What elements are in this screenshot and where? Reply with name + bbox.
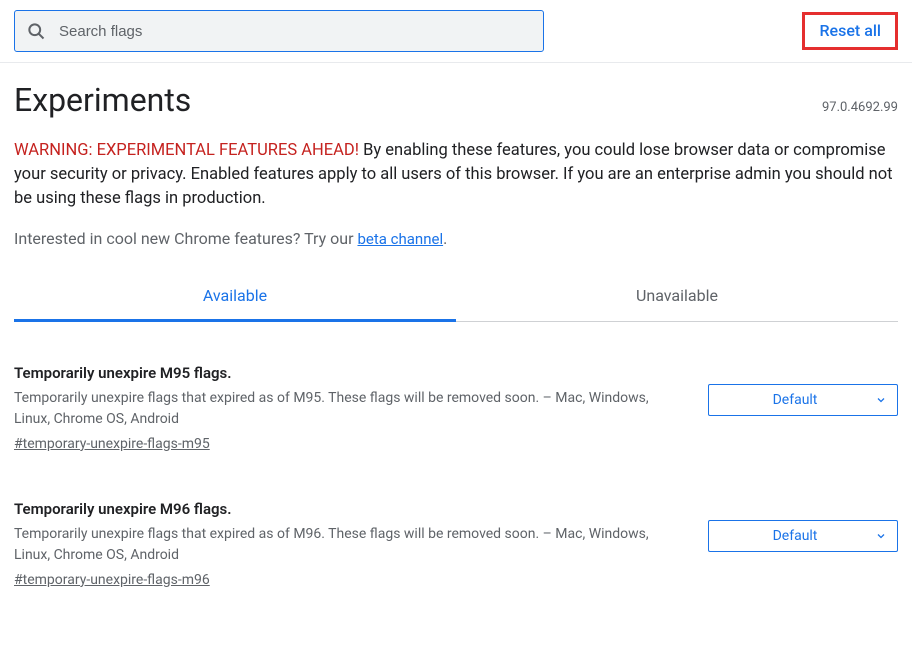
search-icon — [26, 21, 46, 41]
title-row: Experiments 97.0.4692.99 — [14, 81, 898, 119]
flag-select-value: Default — [773, 392, 818, 408]
search-input[interactable] — [14, 10, 544, 52]
flag-title: Temporarily unexpire M96 flags. — [14, 500, 680, 518]
page-title: Experiments — [14, 81, 191, 119]
chevron-down-icon — [875, 394, 887, 406]
flag-anchor-link[interactable]: #temporary-unexpire-flags-m96 — [14, 572, 210, 588]
flag-description: Temporarily unexpire flags that expired … — [14, 388, 680, 430]
interest-period: . — [443, 229, 447, 248]
interest-prefix: Interested in cool new Chrome features? … — [14, 229, 357, 248]
tab-available[interactable]: Available — [14, 274, 456, 322]
flag-select[interactable]: Default — [708, 520, 898, 552]
tab-unavailable[interactable]: Unavailable — [456, 274, 898, 322]
flag-description: Temporarily unexpire flags that expired … — [14, 524, 680, 566]
flag-select[interactable]: Default — [708, 384, 898, 416]
tabs: Available Unavailable — [14, 274, 898, 322]
interest-text: Interested in cool new Chrome features? … — [14, 229, 898, 248]
reset-all-button[interactable]: Reset all — [802, 12, 898, 50]
flag-text: Temporarily unexpire M96 flags. Temporar… — [14, 500, 680, 588]
header-row: Reset all — [0, 0, 912, 63]
chevron-down-icon — [875, 530, 887, 542]
version-label: 97.0.4692.99 — [822, 100, 898, 115]
flag-row: Temporarily unexpire M96 flags. Temporar… — [14, 500, 898, 588]
beta-channel-link[interactable]: beta channel — [357, 230, 443, 248]
warning-prefix: WARNING: EXPERIMENTAL FEATURES AHEAD! — [14, 141, 359, 160]
warning-text: WARNING: EXPERIMENTAL FEATURES AHEAD! By… — [14, 139, 898, 211]
flag-select-wrapper: Default — [708, 500, 898, 552]
flag-select-value: Default — [773, 528, 818, 544]
content-area: Experiments 97.0.4692.99 WARNING: EXPERI… — [0, 63, 912, 588]
flag-anchor-link[interactable]: #temporary-unexpire-flags-m95 — [14, 436, 210, 452]
flag-row: Temporarily unexpire M95 flags. Temporar… — [14, 364, 898, 452]
flag-select-wrapper: Default — [708, 364, 898, 416]
search-wrapper — [14, 10, 544, 52]
flag-text: Temporarily unexpire M95 flags. Temporar… — [14, 364, 680, 452]
flag-title: Temporarily unexpire M95 flags. — [14, 364, 680, 382]
